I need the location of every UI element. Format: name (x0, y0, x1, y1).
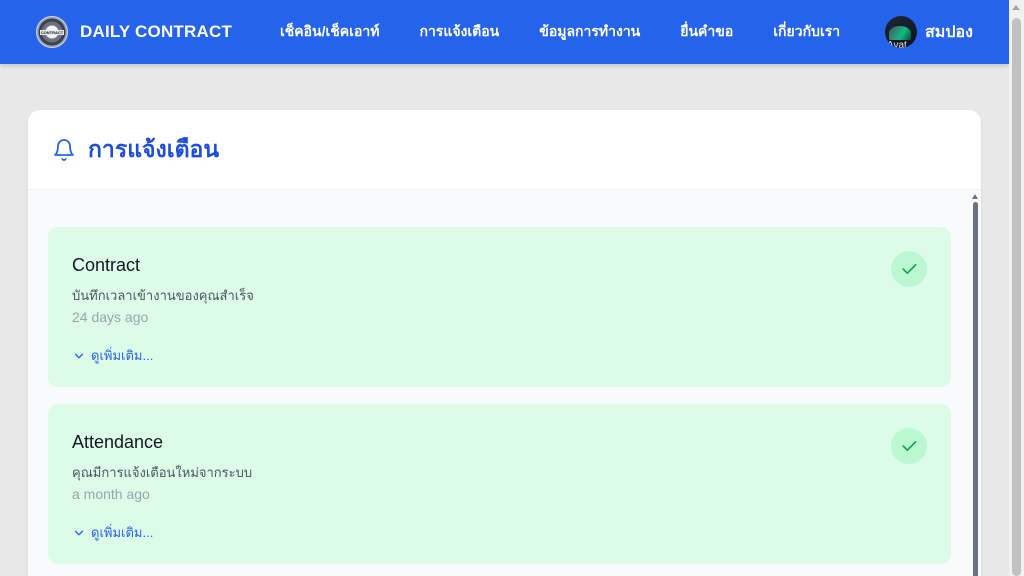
check-icon (902, 441, 917, 451)
top-navbar: CONTRACT DAILY CONTRACT เช็คอิน/เช็คเอาท… (0, 0, 1009, 64)
avatar-alt-text: Avat (887, 40, 907, 48)
window-scrollbar[interactable] (1009, 0, 1024, 576)
see-more-label: ดูเพิ่มเติม... (91, 348, 154, 363)
scrollbar-thumb[interactable] (1012, 18, 1021, 576)
avatar-image (889, 26, 911, 40)
nav-item-about[interactable]: เกี่ยวกับเรา (773, 21, 840, 43)
see-more-link[interactable]: ดูเพิ่มเติม... (72, 522, 153, 543)
panel-header: การแจ้งเตือน (28, 110, 981, 190)
chevron-down-icon (74, 353, 84, 358)
nav-item-notifications[interactable]: การแจ้งเตือน (419, 21, 499, 43)
scroll-up-icon[interactable] (972, 194, 978, 199)
scrollbar-thumb[interactable] (973, 202, 978, 576)
user-menu[interactable]: Avat สมปอง (885, 16, 973, 48)
chevron-down-icon (74, 530, 84, 535)
brand-title: DAILY CONTRACT (80, 22, 233, 41)
page-title: การแจ้งเตือน (88, 135, 220, 162)
notification-message: คุณมีการแจ้งเตือนใหม่จากระบบ (72, 465, 253, 480)
logo-icon: CONTRACT (36, 16, 68, 48)
notification-title: Attendance (72, 432, 164, 452)
brand[interactable]: CONTRACT DAILY CONTRACT (36, 16, 232, 48)
bell-icon (54, 138, 74, 161)
avatar[interactable]: Avat (885, 16, 917, 48)
nav-item-work-info[interactable]: ข้อมูลการทำงาน (539, 21, 640, 43)
see-more-link[interactable]: ดูเพิ่มเติม... (72, 345, 153, 366)
notification-title: Contract (72, 255, 141, 275)
notification-message: บันทึกเวลาเข้างานของคุณสำเร็จ (72, 288, 254, 303)
nav-links: เช็คอิน/เช็คเอาท์ การแจ้งเตือน ข้อมูลการ… (280, 0, 880, 64)
notification-time: a month ago (72, 486, 150, 502)
notifications-list: Contract บันทึกเวลาเข้างานของคุณสำเร็จ 2… (28, 190, 981, 576)
nav-item-requests[interactable]: ยื่นคำขอ (680, 21, 733, 43)
scroll-up-icon[interactable] (1012, 5, 1020, 10)
read-status-badge[interactable] (891, 251, 927, 287)
nav-item-checkin[interactable]: เช็คอิน/เช็คเอาท์ (280, 21, 379, 43)
notification-card[interactable]: Attendance คุณมีการแจ้งเตือนใหม่จากระบบ … (48, 404, 951, 564)
user-name[interactable]: สมปอง (925, 20, 973, 45)
read-status-badge[interactable] (891, 428, 927, 464)
notification-card[interactable]: Contract บันทึกเวลาเข้างานของคุณสำเร็จ 2… (48, 227, 951, 387)
list-scrollbar[interactable] (969, 190, 981, 576)
see-more-label: ดูเพิ่มเติม... (91, 525, 154, 540)
notification-time: 24 days ago (72, 309, 149, 325)
check-icon (902, 264, 917, 274)
notifications-panel: การแจ้งเตือน Contract บันทึกเวลาเข้างานข… (28, 110, 981, 576)
logo-text: CONTRACT (39, 29, 65, 35)
